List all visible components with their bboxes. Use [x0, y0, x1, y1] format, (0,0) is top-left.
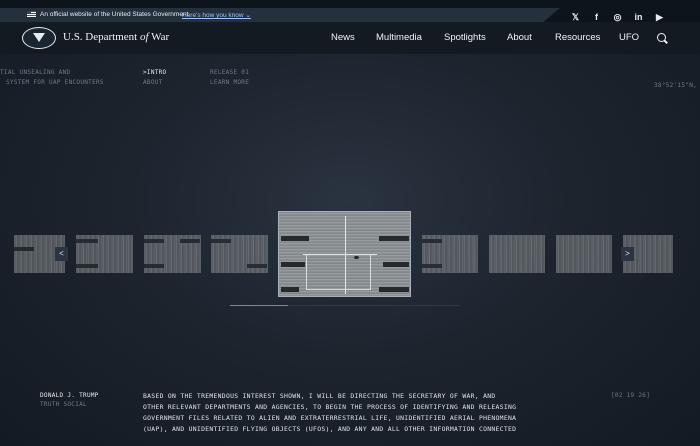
quote-line: (UAP), AND UNIDENTIFIED FLYING OBJECTS (… [143, 425, 517, 433]
quote-line: BASED ON THE TREMENDOUS INTEREST SHOWN, … [143, 392, 496, 400]
quote-date: [02 19 26] [611, 392, 651, 399]
target-reticle [306, 254, 371, 290]
us-flag-icon [27, 11, 36, 17]
carousel-prev-button[interactable]: < [55, 247, 68, 261]
site-brand[interactable]: U.S. Department of War [63, 31, 169, 43]
menu-about[interactable]: ABOUT [143, 79, 163, 86]
brand-suffix: War [148, 31, 170, 43]
nav-spotlights[interactable]: Spotlights [444, 32, 486, 43]
search-icon[interactable] [657, 33, 666, 42]
page-title-line1: TIAL UNSEALING AND [0, 69, 71, 76]
carousel-next-button[interactable]: > [621, 247, 634, 261]
nav-news[interactable]: News [331, 32, 355, 43]
carousel-thumbnail[interactable] [144, 235, 201, 273]
quote-author: DONALD J. TRUMP [40, 392, 99, 399]
nav-ufo[interactable]: UFO [619, 32, 639, 43]
page-title-line2: SYSTEM FOR UAP ENCOUNTERS [6, 79, 104, 86]
carousel-thumbnail[interactable] [422, 235, 478, 273]
quote-source: TRUTH SOCIAL [40, 401, 87, 408]
menu-intro[interactable]: >INTRO [143, 69, 166, 76]
coordinates-readout: 38°52'15"N, [654, 82, 698, 89]
carousel-progress [230, 305, 460, 306]
menu-learn-more[interactable]: LEARN MORE [210, 79, 249, 86]
carousel-thumbnail[interactable] [489, 235, 545, 273]
department-seal-icon[interactable] [22, 27, 56, 49]
carousel-thumbnail[interactable] [556, 235, 612, 273]
brand-of: of [139, 31, 149, 43]
nav-resources[interactable]: Resources [555, 32, 600, 43]
ufo-object [354, 256, 359, 259]
gov-banner-text: An official website of the United States… [40, 11, 189, 18]
carousel-progress-fill [230, 305, 288, 306]
featured-ufo-video-frame[interactable] [278, 211, 411, 297]
carousel-thumbnail[interactable] [211, 235, 268, 273]
nav-about[interactable]: About [507, 32, 532, 43]
brand-prefix: U.S. Department [63, 31, 140, 43]
how-you-know-link[interactable]: Here's how you know ⌄ [182, 11, 251, 19]
menu-release-01[interactable]: RELEASE 01 [210, 69, 249, 76]
carousel-thumbnail[interactable] [76, 235, 133, 273]
quote-line: GOVERNMENT FILES RELATED TO ALIEN AND EX… [143, 414, 517, 422]
quote-line: OTHER RELEVANT DEPARTMENTS AND AGENCIES,… [143, 403, 517, 411]
nav-multimedia[interactable]: Multimedia [376, 32, 422, 43]
